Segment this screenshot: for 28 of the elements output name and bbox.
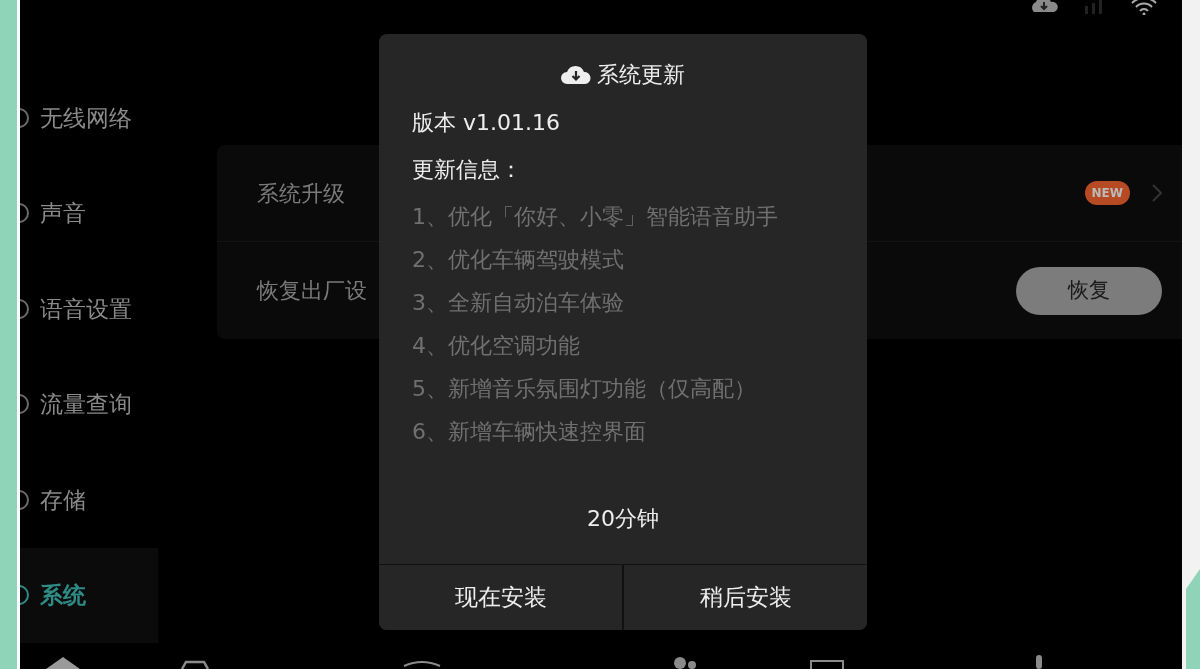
note-text: 5、新增音乐氛围灯功能（仅高配） bbox=[412, 375, 757, 403]
version-text: 版本 v1.01.16 bbox=[411, 109, 561, 137]
setting-label: 恢复出厂设 bbox=[257, 277, 367, 305]
home-icon bbox=[46, 657, 80, 669]
new-badge: NEW bbox=[1084, 181, 1130, 205]
note-text: 2、优化车辆驾驶模式 bbox=[412, 246, 625, 274]
notes-heading: 更新信息： bbox=[411, 156, 523, 184]
chevron-right-icon bbox=[1152, 184, 1162, 202]
cloud-download-icon bbox=[561, 64, 591, 84]
signal-icon bbox=[1084, 0, 1104, 14]
sidebar-item[interactable]: 系统 bbox=[20, 547, 158, 643]
dialog-title: 系统更新 bbox=[597, 60, 685, 89]
sidebar-item[interactable]: 存储 bbox=[20, 452, 158, 548]
restore-button[interactable]: 恢复 bbox=[1016, 266, 1162, 315]
wifi-icon bbox=[1130, 0, 1158, 15]
install-button[interactable]: 稍后安装 bbox=[622, 565, 867, 630]
sidebar-item[interactable]: 无线网络 bbox=[20, 70, 158, 166]
setting-label: 系统升级 bbox=[257, 179, 345, 208]
sidebar-item[interactable]: 语音设置 bbox=[20, 261, 158, 357]
note-text: 1、优化「你好、小零」智能语音助手 bbox=[412, 203, 779, 231]
sidebar-item[interactable]: 声音 bbox=[20, 165, 158, 261]
sidebar-item[interactable]: 流量查询 bbox=[20, 356, 158, 452]
note-text: 4、优化空调功能 bbox=[412, 332, 581, 360]
slider-icon bbox=[1034, 655, 1044, 669]
duration-text: 20分钟 bbox=[587, 506, 659, 531]
car-icon bbox=[178, 660, 212, 669]
note-text: 3、全新自动泊车体验 bbox=[412, 289, 625, 317]
note-text: 6、新增车辆快速控界面 bbox=[412, 418, 647, 446]
